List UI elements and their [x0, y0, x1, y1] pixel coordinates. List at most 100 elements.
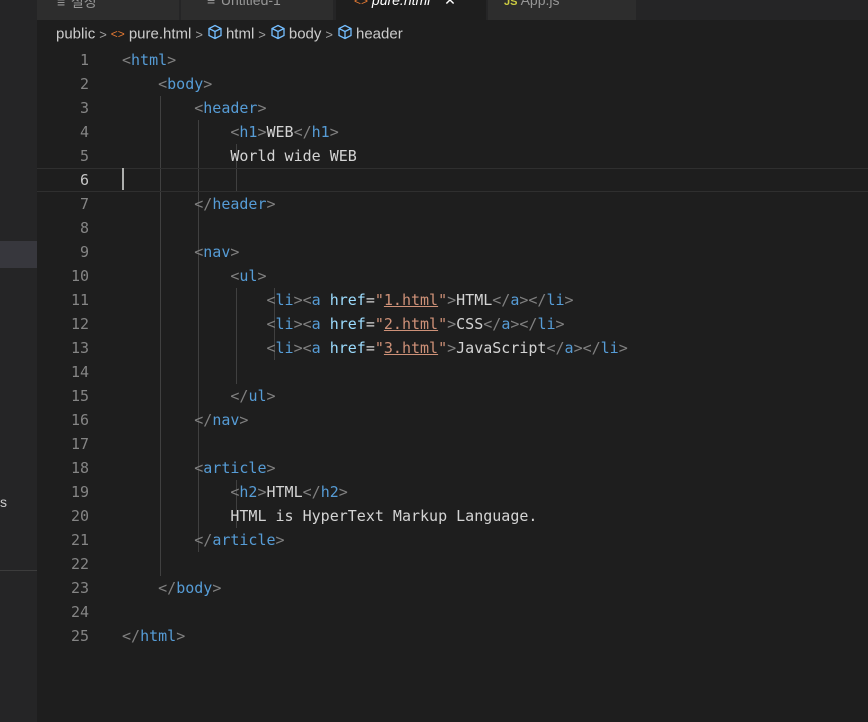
- line-number: 7: [79, 195, 89, 213]
- code-text[interactable]: </body>: [122, 576, 221, 600]
- tab-bar: ≡ 설정 ≡ Untitled-1 <> pure.html ✕ JS App.…: [37, 0, 868, 20]
- code-text[interactable]: <html>: [122, 48, 176, 72]
- code-line[interactable]: 3 <header>: [37, 96, 868, 120]
- symbol-cube-icon: [337, 24, 353, 44]
- line-number: 16: [70, 411, 89, 429]
- line-number: 17: [70, 435, 89, 453]
- code-text[interactable]: <li><a href="2.html">CSS</a></li>: [122, 312, 565, 336]
- line-number: 6: [79, 171, 89, 189]
- code-text[interactable]: <h1>WEB</h1>: [122, 120, 338, 144]
- sidebar-item-fragment[interactable]: s: [0, 494, 7, 510]
- code-text[interactable]: <ul>: [122, 264, 266, 288]
- symbol-cube-icon: [270, 24, 286, 44]
- code-text[interactable]: </header>: [122, 192, 275, 216]
- tab-pure-html[interactable]: <> pure.html ✕: [336, 0, 486, 20]
- code-line[interactable]: 6: [37, 168, 868, 192]
- breadcrumb-item-body[interactable]: body: [289, 26, 322, 43]
- code-line[interactable]: 23 </body>: [37, 576, 868, 600]
- code-line[interactable]: 4 <h1>WEB</h1>: [37, 120, 868, 144]
- code-text[interactable]: <li><a href="3.html">JavaScript</a></li>: [122, 336, 628, 360]
- code-line[interactable]: 16 </nav>: [37, 408, 868, 432]
- chevron-right-icon: >: [99, 26, 107, 42]
- line-number: 25: [70, 627, 89, 645]
- code-line[interactable]: 13 <li><a href="3.html">JavaScript</a></…: [37, 336, 868, 360]
- code-text[interactable]: </html>: [122, 624, 185, 648]
- code-line[interactable]: 24: [37, 600, 868, 624]
- code-text[interactable]: <article>: [122, 456, 275, 480]
- close-icon[interactable]: ✕: [444, 0, 456, 8]
- code-text[interactable]: </ul>: [122, 384, 275, 408]
- line-number: 13: [70, 339, 89, 357]
- line-number: 5: [79, 147, 89, 165]
- breadcrumb-item-pure-html[interactable]: pure.html: [129, 26, 192, 43]
- html-icon: <>: [110, 27, 125, 41]
- tab-label: App.js: [520, 0, 560, 8]
- line-number: 12: [70, 315, 89, 333]
- tab-label: pure.html: [371, 0, 431, 8]
- breadcrumb-item-html[interactable]: html: [226, 26, 254, 43]
- code-text[interactable]: World wide WEB: [122, 144, 356, 168]
- code-line[interactable]: 14: [37, 360, 868, 384]
- line-number: 18: [70, 459, 89, 477]
- chevron-right-icon: >: [258, 26, 266, 42]
- code-text[interactable]: HTML is HyperText Markup Language.: [122, 504, 537, 528]
- line-number: 20: [70, 507, 89, 525]
- line-number: 21: [70, 531, 89, 549]
- line-number: 4: [79, 123, 89, 141]
- code-line[interactable]: 18 <article>: [37, 456, 868, 480]
- line-number: 19: [70, 483, 89, 501]
- line-number: 23: [70, 579, 89, 597]
- code-line[interactable]: 22: [37, 552, 868, 576]
- code-line[interactable]: 10 <ul>: [37, 264, 868, 288]
- code-text[interactable]: <body>: [122, 72, 212, 96]
- line-number: 24: [70, 603, 89, 621]
- code-line[interactable]: 11 <li><a href="1.html">HTML</a></li>: [37, 288, 868, 312]
- code-line[interactable]: 1 <html>: [37, 48, 868, 72]
- code-text[interactable]: <h2>HTML</h2>: [122, 480, 347, 504]
- code-line[interactable]: 9 <nav>: [37, 240, 868, 264]
- code-text[interactable]: </nav>: [122, 408, 248, 432]
- line-number: 11: [70, 291, 89, 309]
- code-line[interactable]: 17: [37, 432, 868, 456]
- chevron-right-icon: >: [325, 26, 333, 42]
- code-line[interactable]: 20 HTML is HyperText Markup Language.: [37, 504, 868, 528]
- lines-icon: ≡: [207, 0, 216, 8]
- tab-label: 설정: [70, 0, 97, 10]
- symbol-cube-icon: [207, 24, 223, 44]
- html-icon: <>: [354, 0, 369, 8]
- line-number: 2: [79, 75, 89, 93]
- breadcrumb-item-header[interactable]: header: [356, 26, 403, 43]
- chevron-right-icon: >: [195, 26, 203, 42]
- code-line[interactable]: 25 </html>: [37, 624, 868, 648]
- code-line[interactable]: 7 </header>: [37, 192, 868, 216]
- lines-icon: ≡: [57, 0, 66, 10]
- js-icon: JS: [504, 0, 518, 8]
- code-editor[interactable]: 1 <html> 2 <body> 3 <header> 4 <h1>WEB</h1> 5…: [37, 48, 868, 722]
- line-number: 9: [79, 243, 89, 261]
- code-text[interactable]: <li><a href="1.html">HTML</a></li>: [122, 288, 574, 312]
- line-number: 3: [79, 99, 89, 117]
- code-text[interactable]: <header>: [122, 96, 266, 120]
- code-line[interactable]: 5 World wide WEB: [37, 144, 868, 168]
- line-number: 10: [70, 267, 89, 285]
- sidebar-selected-item[interactable]: [0, 241, 37, 268]
- code-line[interactable]: 21 </article>: [37, 528, 868, 552]
- code-line[interactable]: 15 </ul>: [37, 384, 868, 408]
- code-line[interactable]: 8: [37, 216, 868, 240]
- code-text[interactable]: </article>: [122, 528, 284, 552]
- code-line[interactable]: 2 <body>: [37, 72, 868, 96]
- explorer-sidebar: s: [0, 0, 37, 722]
- tab-label: Untitled-1: [220, 0, 281, 8]
- tab-settings[interactable]: ≡ 설정: [37, 0, 179, 20]
- tab-app-js[interactable]: JS App.js: [488, 0, 636, 20]
- line-number: 1: [79, 51, 89, 69]
- code-line[interactable]: 12 <li><a href="2.html">CSS</a></li>: [37, 312, 868, 336]
- text-cursor: [122, 168, 124, 190]
- line-number: 14: [70, 363, 89, 381]
- code-line[interactable]: 19 <h2>HTML</h2>: [37, 480, 868, 504]
- line-number: 15: [70, 387, 89, 405]
- tab-untitled-1[interactable]: ≡ Untitled-1: [181, 0, 333, 20]
- breadcrumb-item-public[interactable]: public: [56, 26, 95, 43]
- breadcrumb: public > <> pure.html > html > body > header: [56, 24, 403, 46]
- code-text[interactable]: <nav>: [122, 240, 239, 264]
